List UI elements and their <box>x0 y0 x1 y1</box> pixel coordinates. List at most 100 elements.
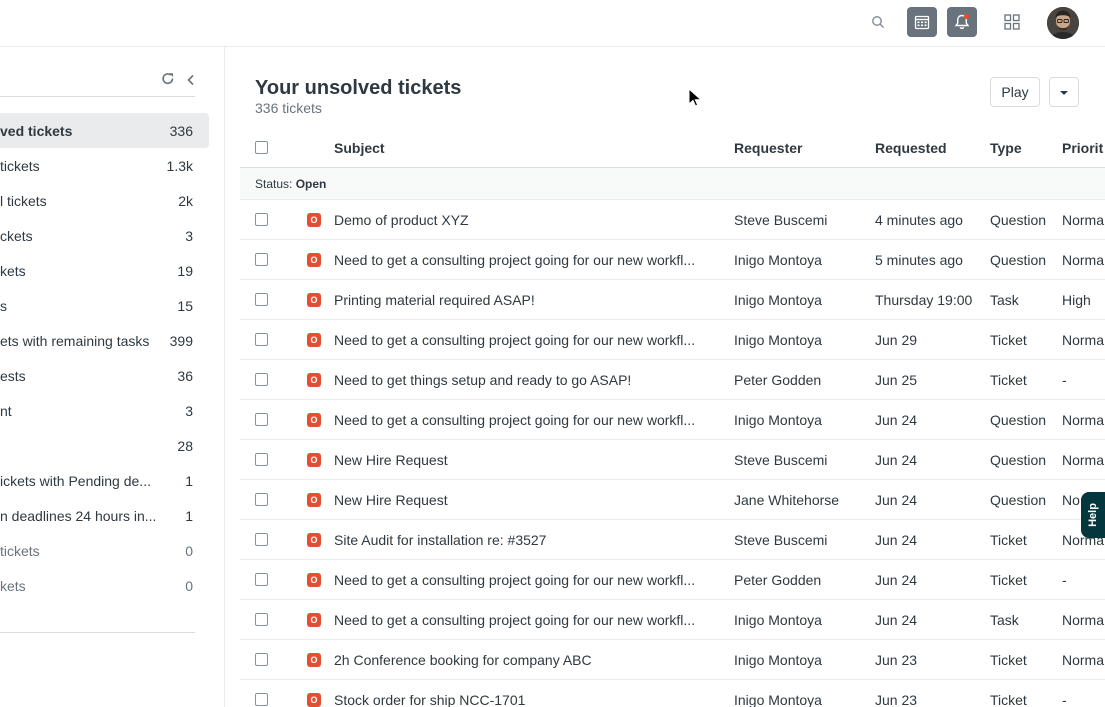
ticket-requested: Jun 29 <box>875 332 918 348</box>
row-checkbox[interactable] <box>255 373 268 386</box>
sidebar-view-count: 3 <box>185 227 193 244</box>
sidebar-view-item[interactable]: ved tickets 336 <box>0 113 209 148</box>
sidebar-view-item[interactable]: kets 19 <box>0 253 209 288</box>
play-button[interactable]: Play <box>990 77 1040 107</box>
status-open-badge: O <box>307 293 321 307</box>
sidebar-view-item[interactable]: l tickets 2k <box>0 183 209 218</box>
sidebar-view-item[interactable]: ets with remaining tasks 399 <box>0 323 209 358</box>
sidebar-view-label: kets <box>0 262 26 279</box>
table-row[interactable]: O Need to get a consulting project going … <box>240 600 1105 640</box>
ticket-subject[interactable]: 2h Conference booking for company ABC <box>334 652 714 668</box>
sidebar-view-label: ickets with Pending de... <box>0 472 151 489</box>
ticket-count: 336 tickets <box>255 100 322 116</box>
row-checkbox[interactable] <box>255 413 268 426</box>
row-checkbox[interactable] <box>255 573 268 586</box>
table-row[interactable]: O Site Audit for installation re: #3527 St… <box>240 520 1105 560</box>
row-checkbox[interactable] <box>255 333 268 346</box>
user-avatar[interactable] <box>1047 7 1079 39</box>
sidebar-view-item[interactable]: kets 0 <box>0 568 209 603</box>
row-checkbox[interactable] <box>255 293 268 306</box>
sidebar-view-item[interactable]: 28 <box>0 428 209 463</box>
ticket-subject[interactable]: Printing material required ASAP! <box>334 292 714 308</box>
sidebar-view-item[interactable]: s 15 <box>0 288 209 323</box>
ticket-subject[interactable]: Stock order for ship NCC-1701 <box>334 692 714 707</box>
sidebar-view-item[interactable]: ests 36 <box>0 358 209 393</box>
ticket-subject[interactable]: New Hire Request <box>334 452 714 468</box>
caret-down-icon <box>1059 83 1069 101</box>
status-open-badge: O <box>307 373 321 387</box>
row-checkbox[interactable] <box>255 613 268 626</box>
sidebar-view-item[interactable]: ickets with Pending de... 1 <box>0 463 209 498</box>
table-row[interactable]: O Need to get a consulting project going … <box>240 400 1105 440</box>
table-row[interactable]: O Printing material required ASAP! Inigo M… <box>240 280 1105 320</box>
row-checkbox[interactable] <box>255 493 268 506</box>
calendar-icon[interactable] <box>907 7 937 37</box>
notification-bell-icon[interactable] <box>947 7 977 37</box>
ticket-requester: Inigo Montoya <box>734 412 822 428</box>
ticket-subject[interactable]: Demo of product XYZ <box>334 212 714 228</box>
header-requester[interactable]: Requester <box>734 140 802 156</box>
row-checkbox[interactable] <box>255 693 268 706</box>
ticket-subject[interactable]: Need to get a consulting project going f… <box>334 412 714 428</box>
header-requested[interactable]: Requested <box>875 140 947 156</box>
ticket-subject[interactable]: Need to get a consulting project going f… <box>334 332 714 348</box>
ticket-subject[interactable]: New Hire Request <box>334 492 714 508</box>
ticket-requested: Jun 24 <box>875 452 918 468</box>
play-options-button[interactable] <box>1049 77 1079 107</box>
sidebar-view-count: 399 <box>169 332 193 349</box>
table-row[interactable]: O 2h Conference booking for company ABC In… <box>240 640 1105 680</box>
table-row[interactable]: O New Hire Request Jane Whitehorse Jun 24 Qu… <box>240 480 1105 520</box>
row-checkbox[interactable] <box>255 213 268 226</box>
sidebar-view-label: ets with remaining tasks <box>0 332 150 349</box>
sidebar-view-item[interactable]: nt 3 <box>0 393 209 428</box>
row-checkbox[interactable] <box>255 453 268 466</box>
ticket-subject[interactable]: Need to get a consulting project going f… <box>334 252 714 268</box>
ticket-subject[interactable]: Need to get things setup and ready to go… <box>334 372 714 388</box>
row-checkbox[interactable] <box>255 253 268 266</box>
search-icon[interactable] <box>871 15 885 29</box>
ticket-type: Ticket <box>990 332 1027 348</box>
table-row[interactable]: O Need to get a consulting project going … <box>240 560 1105 600</box>
ticket-subject[interactable]: Need to get a consulting project going f… <box>334 572 714 588</box>
ticket-requested: Jun 23 <box>875 692 918 707</box>
help-tab[interactable]: Help <box>1081 492 1105 538</box>
sidebar-view-item[interactable]: tickets 0 <box>0 533 209 568</box>
ticket-requester: Inigo Montoya <box>734 292 822 308</box>
row-checkbox[interactable] <box>255 533 268 546</box>
sidebar-view-label: ved tickets <box>0 122 73 139</box>
refresh-icon[interactable] <box>161 72 175 86</box>
ticket-requester: Inigo Montoya <box>734 332 822 348</box>
ticket-subject[interactable]: Need to get a consulting project going f… <box>334 612 714 628</box>
sidebar-view-item[interactable]: ckets 3 <box>0 218 209 253</box>
ticket-type: Question <box>990 252 1047 268</box>
sidebar-view-count: 2k <box>178 192 193 209</box>
table-row[interactable]: O Need to get a consulting project going … <box>240 320 1105 360</box>
ticket-requested: 5 minutes ago <box>875 252 963 268</box>
sidebar-view-count: 1 <box>185 472 193 489</box>
group-label: Status: Open <box>255 177 326 191</box>
sidebar-view-item[interactable]: n deadlines 24 hours in... 1 <box>0 498 209 533</box>
apps-grid-icon[interactable] <box>1004 14 1020 30</box>
ticket-requester: Inigo Montoya <box>734 692 822 707</box>
ticket-requester: Steve Buscemi <box>734 532 828 548</box>
table-header: Subject Requester Requested Type Priorit <box>240 129 1105 168</box>
table-row[interactable]: O New Hire Request Steve Buscemi Jun 24 Ques… <box>240 440 1105 480</box>
header-subject[interactable]: Subject <box>334 140 714 156</box>
header-type[interactable]: Type <box>990 140 1022 156</box>
table-row[interactable]: O Need to get things setup and ready to g… <box>240 360 1105 400</box>
sidebar-view-item[interactable]: tickets 1.3k <box>0 148 209 183</box>
row-checkbox[interactable] <box>255 653 268 666</box>
header-priority[interactable]: Priorit <box>1062 140 1103 156</box>
table-row[interactable]: O Need to get a consulting project going … <box>240 240 1105 280</box>
chevron-left-icon[interactable] <box>185 73 197 87</box>
sidebar-view-label: kets <box>0 577 26 594</box>
sidebar-view-count: 0 <box>185 542 193 559</box>
select-all-checkbox[interactable] <box>255 141 268 154</box>
ticket-requested: Jun 23 <box>875 652 918 668</box>
ticket-type: Ticket <box>990 652 1027 668</box>
main-content: Your unsolved tickets 336 tickets Play S… <box>225 47 1105 707</box>
ticket-subject[interactable]: Site Audit for installation re: #3527 <box>334 532 714 548</box>
sidebar-view-count: 15 <box>177 297 193 314</box>
table-row[interactable]: O Demo of product XYZ Steve Buscemi 4 minut… <box>240 200 1105 240</box>
table-row[interactable]: O Stock order for ship NCC-1701 Inigo Mont… <box>240 680 1105 707</box>
